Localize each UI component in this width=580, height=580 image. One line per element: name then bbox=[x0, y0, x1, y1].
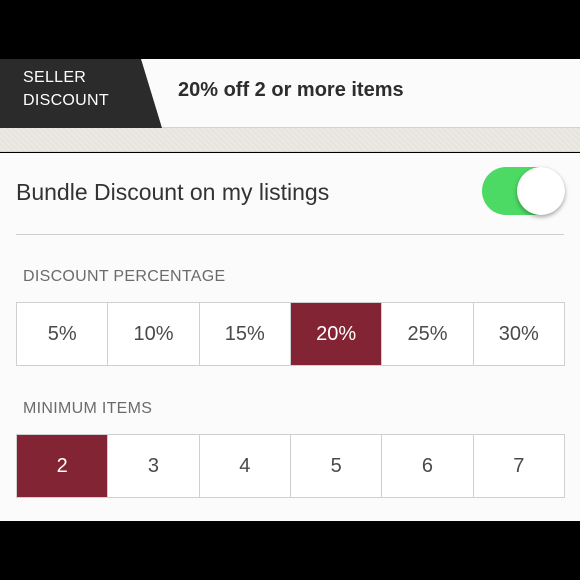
discount-summary: 20% off 2 or more items bbox=[178, 79, 404, 101]
discount-percentage-option[interactable]: 15% bbox=[200, 303, 291, 365]
seller-tag-line2: DISCOUNT bbox=[23, 92, 109, 109]
minimum-items-option[interactable]: 5 bbox=[291, 435, 383, 497]
discount-percentage-option[interactable]: 20% bbox=[290, 303, 383, 365]
bundle-discount-toggle[interactable] bbox=[482, 167, 565, 215]
minimum-items-heading: MINIMUM ITEMS bbox=[23, 400, 153, 417]
textured-divider bbox=[0, 128, 580, 152]
minimum-items-option[interactable]: 2 bbox=[17, 435, 109, 497]
discount-percentage-option[interactable]: 30% bbox=[474, 303, 564, 365]
minimum-items-selector: 234567 bbox=[16, 434, 565, 498]
minimum-items-option[interactable]: 7 bbox=[474, 435, 564, 497]
divider bbox=[16, 234, 564, 235]
seller-tag-line1: SELLER bbox=[23, 69, 87, 86]
bundle-discount-label: Bundle Discount on my listings bbox=[16, 179, 330, 205]
settings-panel: Bundle Discount on my listings DISCOUNT … bbox=[0, 153, 580, 521]
minimum-items-option[interactable]: 4 bbox=[200, 435, 291, 497]
discount-banner: SELLER DISCOUNT 20% off 2 or more items bbox=[0, 59, 580, 128]
discount-percentage-option[interactable]: 10% bbox=[108, 303, 200, 365]
discount-percentage-option[interactable]: 5% bbox=[17, 303, 109, 365]
toggle-knob bbox=[517, 167, 565, 215]
seller-discount-tag: SELLER DISCOUNT bbox=[0, 59, 162, 128]
discount-percentage-heading: DISCOUNT PERCENTAGE bbox=[23, 268, 226, 285]
minimum-items-option[interactable]: 3 bbox=[108, 435, 200, 497]
minimum-items-option[interactable]: 6 bbox=[382, 435, 474, 497]
screen: SELLER DISCOUNT 20% off 2 or more items … bbox=[0, 0, 580, 580]
discount-percentage-option[interactable]: 25% bbox=[382, 303, 474, 365]
discount-percentage-selector: 5% 10% 15% 20% 25% 30% bbox=[16, 302, 565, 366]
